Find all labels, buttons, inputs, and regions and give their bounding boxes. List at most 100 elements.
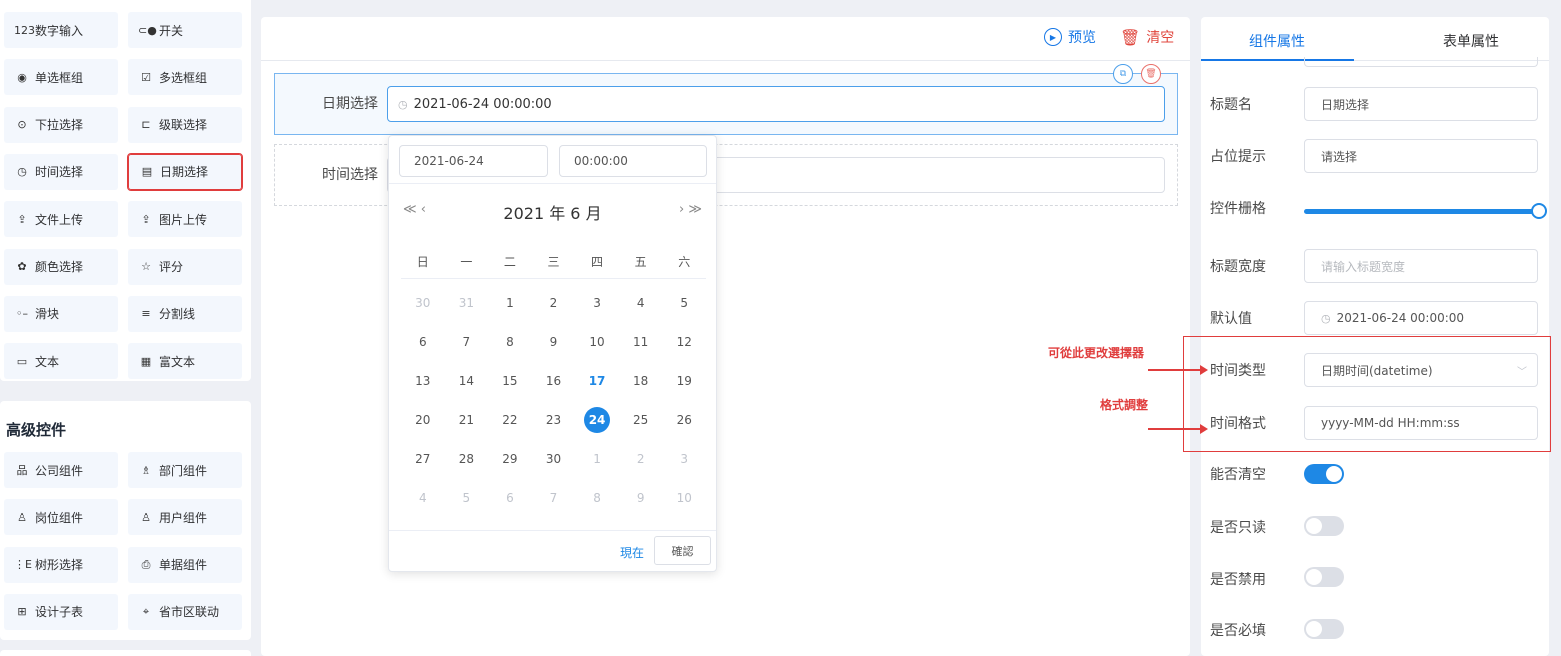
palette-item[interactable]: ☑ 多选框组 [128,59,242,96]
calendar-day[interactable]: 30 [401,283,445,322]
prev-year-month-icon[interactable]: ≪ ‹ [403,202,426,217]
calendar-day[interactable]: 6 [488,478,532,517]
calendar-day[interactable]: 29 [488,439,532,478]
weekday-label: 二 [503,255,516,269]
palette-item[interactable]: ◷ 时间选择 [4,153,118,190]
copy-icon[interactable]: ⧉ [1113,64,1133,84]
label-width-input[interactable]: 请输入标题宽度 [1304,249,1538,283]
calendar-day[interactable]: 20 [401,400,445,439]
calendar-day[interactable]: 2 [532,283,576,322]
calendar-day[interactable]: 31 [445,283,489,322]
calendar-day[interactable]: 1 [575,439,619,478]
calendar-day[interactable]: 7 [445,322,489,361]
preview-button[interactable]: ▶ 预览 [1044,27,1096,47]
calendar-day[interactable]: 3 [662,439,706,478]
calendar-day[interactable]: 1 [488,283,532,322]
date-field-row[interactable]: ⧉ 🗑 日期选择 ◷ 2021-06-24 00:00:00 [274,64,1178,135]
palette-item[interactable]: ⌖ 省市区联动 [128,593,242,630]
calendar-day[interactable]: 4 [401,478,445,517]
readonly-switch[interactable] [1304,516,1344,536]
next-month-year-icon[interactable]: › ≫ [679,202,702,217]
clearable-switch[interactable] [1304,464,1344,484]
calendar-day[interactable]: 24 [575,400,619,439]
palette-item[interactable]: ⊙ 下拉选择 [4,106,118,143]
calendar-day[interactable]: 4 [619,283,663,322]
calendar-day[interactable]: 25 [619,400,663,439]
properties-tabs: 组件属性 表单属性 [1201,17,1549,61]
calendar-day[interactable]: 3 [575,283,619,322]
annotation-picker-note: 可從此更改選擇器 [1048,346,1145,360]
palette-item[interactable]: ⊞ 设计子表 [4,593,118,630]
calendar-day[interactable]: 18 [619,361,663,400]
picker-time-input[interactable]: 00:00:00 [559,145,707,177]
palette-item[interactable]: ▤ 日期选择 [127,152,243,191]
calendar-day[interactable]: 13 [401,361,445,400]
calendar-day[interactable]: 12 [662,322,706,361]
date-field-input[interactable]: ◷ 2021-06-24 00:00:00 [387,86,1165,122]
palette-item[interactable]: ⊏ 级联选择 [128,106,242,143]
palette-item[interactable]: ▭ 文本 [4,343,118,380]
calendar-day[interactable]: 11 [619,322,663,361]
disabled-switch[interactable] [1304,567,1344,587]
calendar-day[interactable]: 6 [401,322,445,361]
calendar-day[interactable]: 26 [662,400,706,439]
weekday-label: 四 [591,255,604,269]
palette-item[interactable]: ♗ 部门组件 [128,452,242,488]
calendar-day[interactable]: 15 [488,361,532,400]
calendar-day[interactable]: 5 [445,478,489,517]
calendar-day[interactable]: 21 [445,400,489,439]
palette-item[interactable]: ≡ 分割线 [128,295,242,332]
palette-item[interactable]: ⋮E 树形选择 [4,546,118,583]
palette-item[interactable]: ☆ 评分 [128,248,242,285]
palette-item[interactable]: ✿ 颜色选择 [4,248,118,285]
palette-item[interactable]: ⇪ 文件上传 [4,201,118,238]
default-value-input[interactable]: ◷ 2021-06-24 00:00:00 [1304,301,1538,335]
palette-item[interactable]: ▦ 富文本 [128,343,242,380]
palette-item[interactable]: ⎙ 单据组件 [128,546,242,583]
grid-slider-handle[interactable] [1531,203,1547,219]
calendar-day-number: 28 [458,451,474,466]
calendar-day-number: 22 [502,412,518,427]
calendar-day[interactable]: 28 [445,439,489,478]
palette-item[interactable]: ◉ 单选框组 [4,59,118,96]
calendar-day[interactable]: 2 [619,439,663,478]
calendar-day[interactable]: 5 [662,283,706,322]
calendar-day[interactable]: 14 [445,361,489,400]
calendar-day[interactable]: 19 [662,361,706,400]
calendar-day-number: 6 [418,334,427,349]
confirm-button[interactable]: 確認 [654,536,711,565]
palette-item[interactable]: ⇪ 图片上传 [128,201,242,238]
delete-icon[interactable]: 🗑 [1141,64,1161,84]
calendar-day[interactable]: 16 [532,361,576,400]
calendar-day[interactable]: 8 [488,322,532,361]
required-switch[interactable] [1304,619,1344,639]
palette-item[interactable]: ⊂● 开关 [128,12,242,48]
placeholder-input[interactable]: 请选择 [1304,139,1538,173]
calendar-day[interactable]: 9 [619,478,663,517]
picker-date-input[interactable]: 2021-06-24 [399,145,548,177]
palette-item[interactable]: ♙ 岗位组件 [4,499,118,536]
calendar-day[interactable]: 7 [532,478,576,517]
grid-slider-track[interactable] [1304,209,1540,214]
palette-item[interactable]: ♙ 用户组件 [128,499,242,536]
calendar-day[interactable]: 27 [401,439,445,478]
palette-item[interactable]: 品公司组件 [4,452,118,488]
calendar-day[interactable]: 10 [662,478,706,517]
calendar-day[interactable]: 9 [532,322,576,361]
calendar-day[interactable]: 17 [575,361,619,400]
calendar-day[interactable]: 22 [488,400,532,439]
advanced-controls-panel: 高级控件 品公司组件 ♗ 部门组件 ♙ 岗位组件 ♙ 用户组件 ⋮E 树形选择 ⎙ 单据组件 ⊞ 设计子… [0,401,251,640]
palette-item-label: 设计子表 [35,605,84,620]
clear-button[interactable]: 🗑 清空 [1120,27,1174,47]
calendar-day[interactable]: 23 [532,400,576,439]
now-button[interactable]: 現在 [620,544,644,561]
palette-item[interactable]: ◦– 滑块 [4,295,118,332]
palette-item-label: 评分 [159,260,184,274]
calendar-day[interactable]: 10 [575,322,619,361]
tab-form-props[interactable]: 表单属性 [1443,31,1499,51]
tab-component-props[interactable]: 组件属性 [1249,31,1305,51]
palette-item[interactable]: 123 数字输入 [4,12,118,48]
title-input[interactable]: 日期选择 [1304,87,1538,121]
calendar-day[interactable]: 8 [575,478,619,517]
calendar-day[interactable]: 30 [532,439,576,478]
